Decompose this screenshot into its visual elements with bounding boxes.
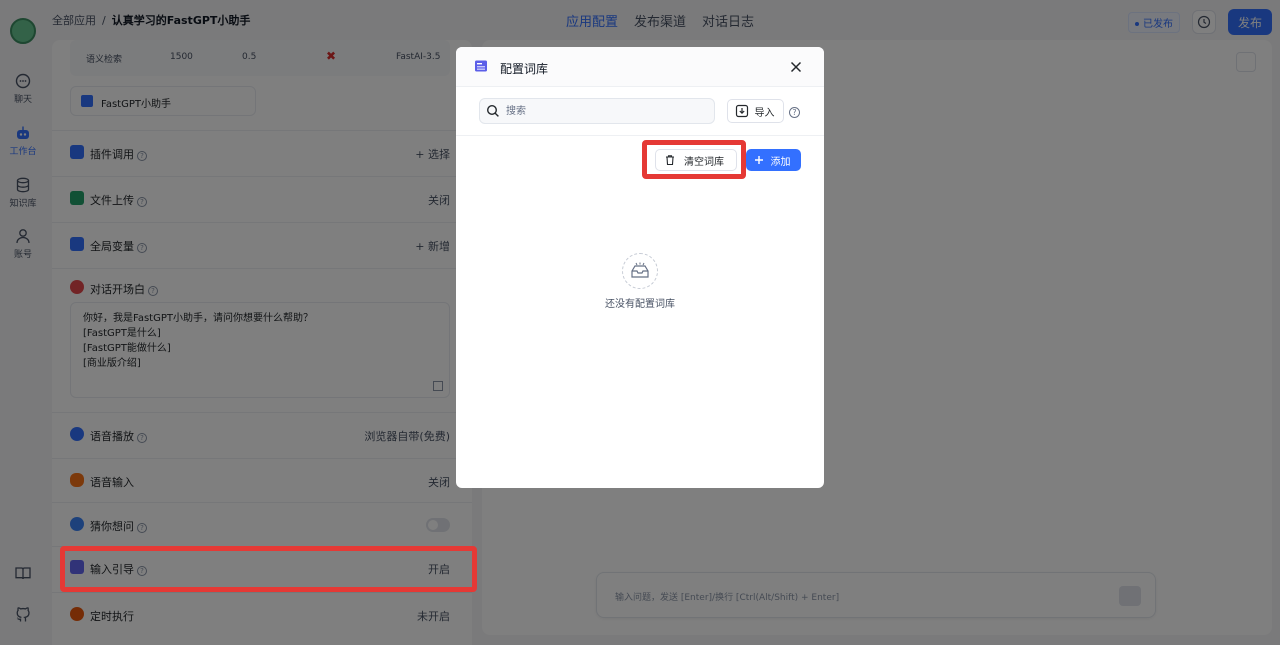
help-icon[interactable]: ? (789, 107, 800, 118)
search-input[interactable] (479, 98, 715, 124)
empty-box-icon (622, 253, 658, 289)
divider (456, 135, 824, 136)
input-guide-icon (475, 60, 487, 72)
highlight-clear-library (642, 140, 746, 179)
import-icon (735, 104, 749, 118)
word-library-modal: 配置词库 导入 ? 清空词库 添加 还没有配置词库 (456, 47, 824, 488)
app-root: 聊天 工作台 知识库 账号 全部应用/认真学习的FastGPT小助手 应用配置 … (0, 0, 1280, 645)
plus-icon (755, 156, 763, 164)
modal-header: 配置词库 (456, 47, 824, 87)
highlight-input-guide (60, 546, 477, 592)
modal-title: 配置词库 (500, 62, 549, 76)
empty-state-text: 还没有配置词库 (605, 299, 675, 310)
close-icon[interactable] (788, 59, 804, 75)
search-icon (486, 104, 499, 117)
